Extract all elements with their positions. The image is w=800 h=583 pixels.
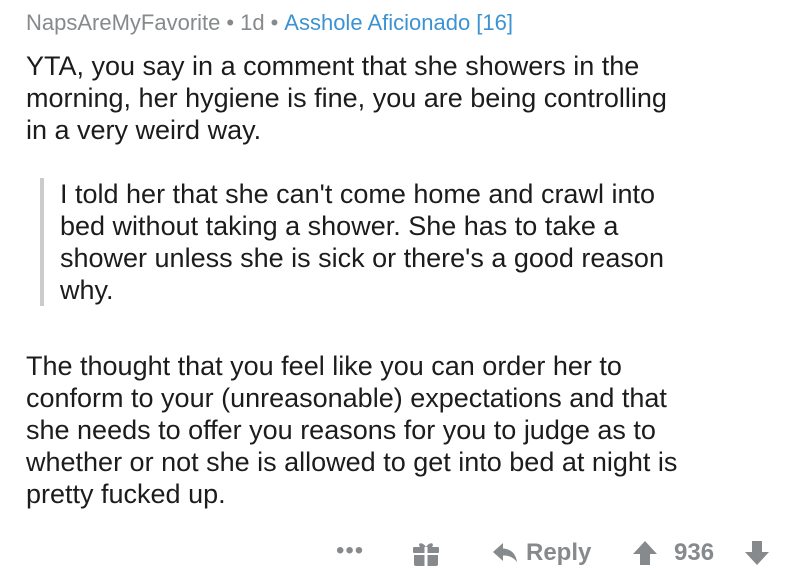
downvote-arrow-icon[interactable]	[744, 540, 770, 571]
more-options-button[interactable]: •••	[336, 536, 364, 566]
text-line: YTA, you say in a comment that she showe…	[26, 51, 640, 81]
gift-icon[interactable]	[412, 540, 440, 568]
quote-line: bed without taking a shower. She has to …	[60, 211, 619, 241]
comment-actions: ••• Reply 936	[0, 534, 800, 574]
reply-arrow-icon	[493, 543, 517, 562]
reply-button[interactable]: Reply	[492, 536, 591, 570]
comment-meta: NapsAreMyFavorite • 1d • Asshole Aficionado …	[26, 8, 513, 38]
comment-paragraph-2: The thought that you feel like you can o…	[26, 350, 776, 510]
upvote-arrow-icon[interactable]	[632, 540, 658, 571]
quote-line: I told her that she can't come home and …	[60, 179, 655, 209]
text-line: in a very weird way.	[26, 115, 262, 145]
text-line: The thought that you feel like you can o…	[26, 351, 622, 381]
quote-line: why.	[60, 275, 114, 305]
meta-separator: •	[270, 10, 279, 35]
vote-score: 936	[674, 539, 715, 566]
user-flair: Asshole Aficionado [16]	[284, 10, 513, 35]
text-line: she needs to offer you reasons for you t…	[26, 415, 656, 445]
reply-label: Reply	[526, 539, 592, 566]
blockquote: I told her that she can't come home and …	[40, 178, 780, 306]
comment-age[interactable]: 1d	[240, 10, 264, 35]
text-line: pretty fucked up.	[26, 479, 226, 509]
comment-paragraph-1: YTA, you say in a comment that she showe…	[26, 50, 776, 146]
text-line: conform to your (unreasonable) expectati…	[26, 383, 667, 413]
text-line: morning, her hygiene is fine, you are be…	[26, 83, 667, 113]
username-link[interactable]: NapsAreMyFavorite	[26, 10, 220, 35]
quote-line: shower unless she is sick or there's a g…	[60, 243, 664, 273]
meta-separator: •	[226, 10, 235, 35]
text-line: whether or not she is allowed to get int…	[26, 447, 678, 477]
